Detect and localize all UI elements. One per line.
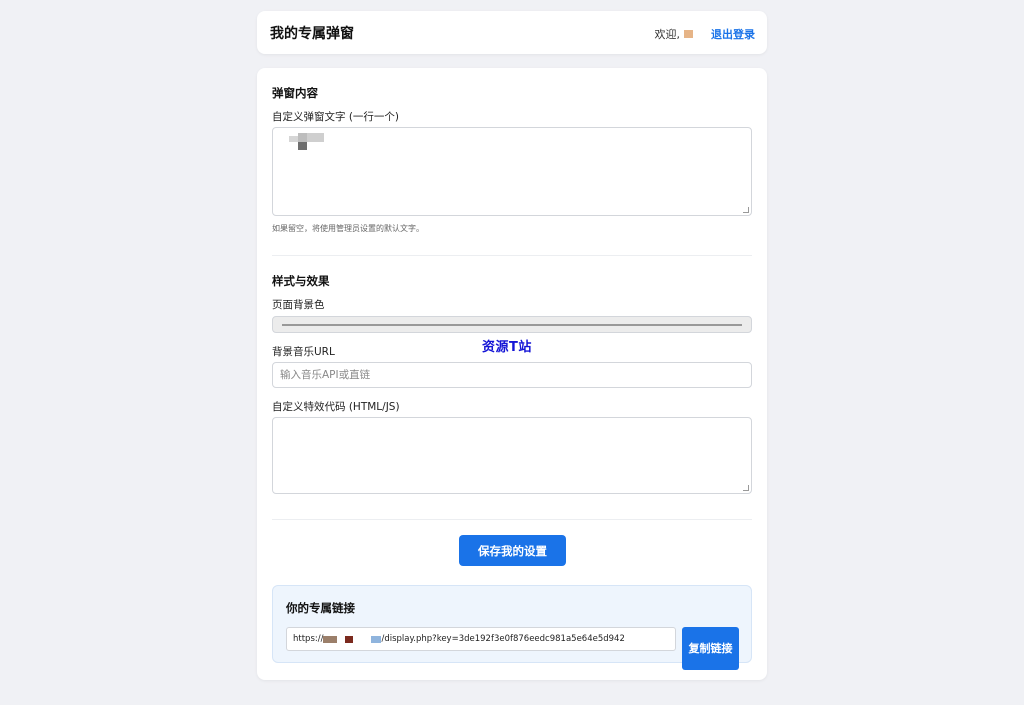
page-title: 我的专属弹窗 xyxy=(270,26,354,42)
effect-code-textarea[interactable] xyxy=(272,417,752,494)
color-swatch-line xyxy=(282,324,742,326)
redacted-domain xyxy=(371,635,382,643)
section-divider xyxy=(272,519,752,520)
music-url-input[interactable] xyxy=(272,362,752,388)
effect-code-label: 自定义特效代码 (HTML/JS) xyxy=(272,401,400,413)
redacted-domain xyxy=(323,635,338,643)
redacted-domain xyxy=(337,635,346,643)
section-divider xyxy=(272,255,752,256)
content-section-title: 弹窗内容 xyxy=(272,86,318,100)
popup-text-hint: 如果留空，将使用管理员设置的默认文字。 xyxy=(272,224,424,233)
logout-link[interactable]: 退出登录 xyxy=(711,26,755,42)
resize-handle[interactable] xyxy=(743,485,749,491)
welcome-text: 欢迎, xyxy=(654,28,681,41)
redacted-text xyxy=(298,142,307,150)
style-section-title: 样式与效果 xyxy=(272,274,330,288)
redacted-domain xyxy=(353,635,372,643)
redacted-text xyxy=(289,136,298,142)
bg-color-picker[interactable] xyxy=(272,316,752,333)
redacted-domain xyxy=(345,635,354,643)
popup-text-label: 自定义弹窗文字 (一行一个) xyxy=(272,111,400,123)
bg-color-label: 页面背景色 xyxy=(272,299,325,311)
save-settings-button[interactable]: 保存我的设置 xyxy=(459,535,566,566)
url-suffix: /display.php?key=3de192f3e0f876eedc981a5… xyxy=(381,634,625,644)
username-redacted xyxy=(684,30,693,38)
copy-link-button[interactable]: 复制链接 xyxy=(682,627,739,670)
redacted-text xyxy=(298,133,307,142)
share-link-title: 你的专属链接 xyxy=(286,601,355,615)
watermark-text: 资源T站 xyxy=(482,340,532,355)
share-link-field[interactable]: https:// /display.php?key=3de192f3e0f876… xyxy=(286,627,676,651)
header-bar: 我的专属弹窗 欢迎, 退出登录 xyxy=(257,11,767,54)
share-link-box: 你的专属链接 https:// /display.php?key=3de192f… xyxy=(272,585,752,670)
user-area: 欢迎, 退出登录 xyxy=(655,26,756,42)
resize-handle[interactable] xyxy=(743,207,749,213)
settings-panel: 弹窗内容 自定义弹窗文字 (一行一个) 如果留空，将使用管理员设置的默认文字。 … xyxy=(257,68,767,680)
music-url-label: 背景音乐URL xyxy=(272,346,335,358)
redacted-text xyxy=(307,133,324,142)
popup-text-textarea[interactable] xyxy=(272,127,752,216)
url-prefix: https:// xyxy=(293,634,324,644)
